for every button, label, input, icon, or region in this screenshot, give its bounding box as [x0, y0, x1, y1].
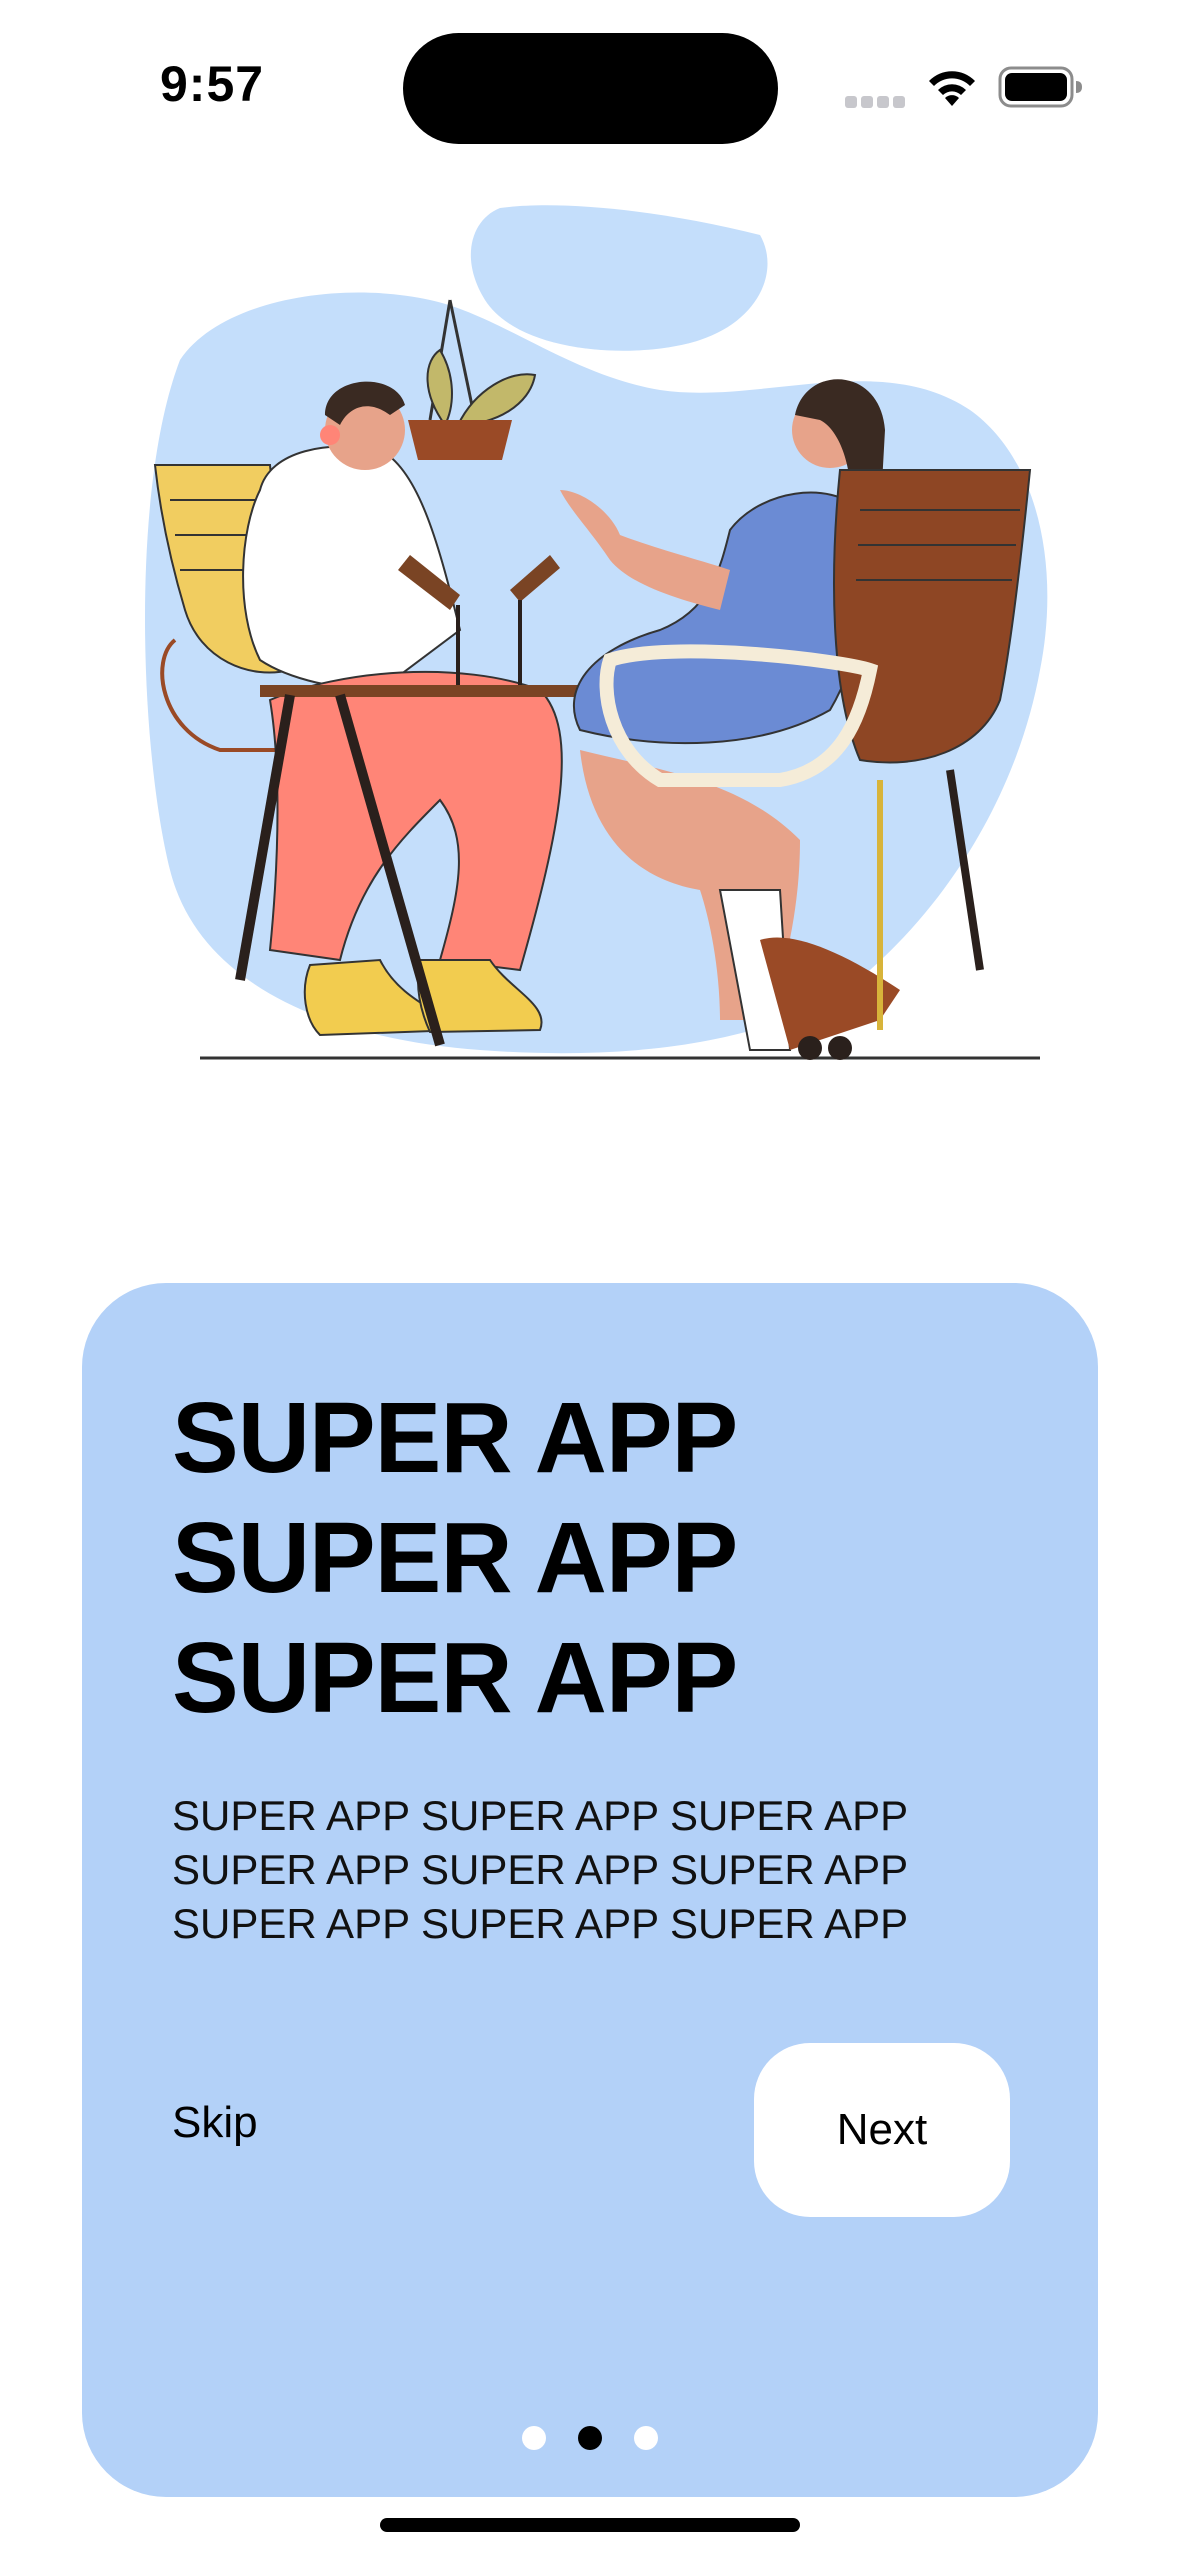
page-indicator[interactable]	[522, 2423, 662, 2453]
battery-icon	[998, 66, 1082, 108]
page-dot-3[interactable]	[634, 2426, 658, 2450]
headline-line-2: SUPER APP	[172, 1502, 738, 1614]
podcast-illustration	[145, 205, 1048, 1060]
body-line-1: SUPER APP SUPER APP SUPER APP	[172, 1792, 909, 1839]
onboarding-card: SUPER APP SUPER APP SUPER APP SUPER APP …	[82, 1283, 1098, 2497]
body-line-2: SUPER APP SUPER APP SUPER APP	[172, 1846, 909, 1893]
home-indicator[interactable]	[380, 2518, 800, 2532]
dynamic-island	[403, 33, 778, 144]
page-dot-1[interactable]	[522, 2426, 546, 2450]
headline-line-1: SUPER APP	[172, 1382, 738, 1494]
status-time: 9:57	[160, 56, 265, 112]
page-dot-2-active[interactable]	[578, 2426, 602, 2450]
skip-button[interactable]: Skip	[172, 2093, 258, 2153]
wifi-icon	[929, 71, 975, 106]
status-bar: 9:57	[0, 0, 1179, 170]
headline-line-3: SUPER APP	[172, 1622, 738, 1734]
body-line-3: SUPER APP SUPER APP SUPER APP	[172, 1900, 909, 1947]
next-button[interactable]: Next	[754, 2043, 1010, 2217]
cellular-signal-icon	[845, 96, 905, 108]
